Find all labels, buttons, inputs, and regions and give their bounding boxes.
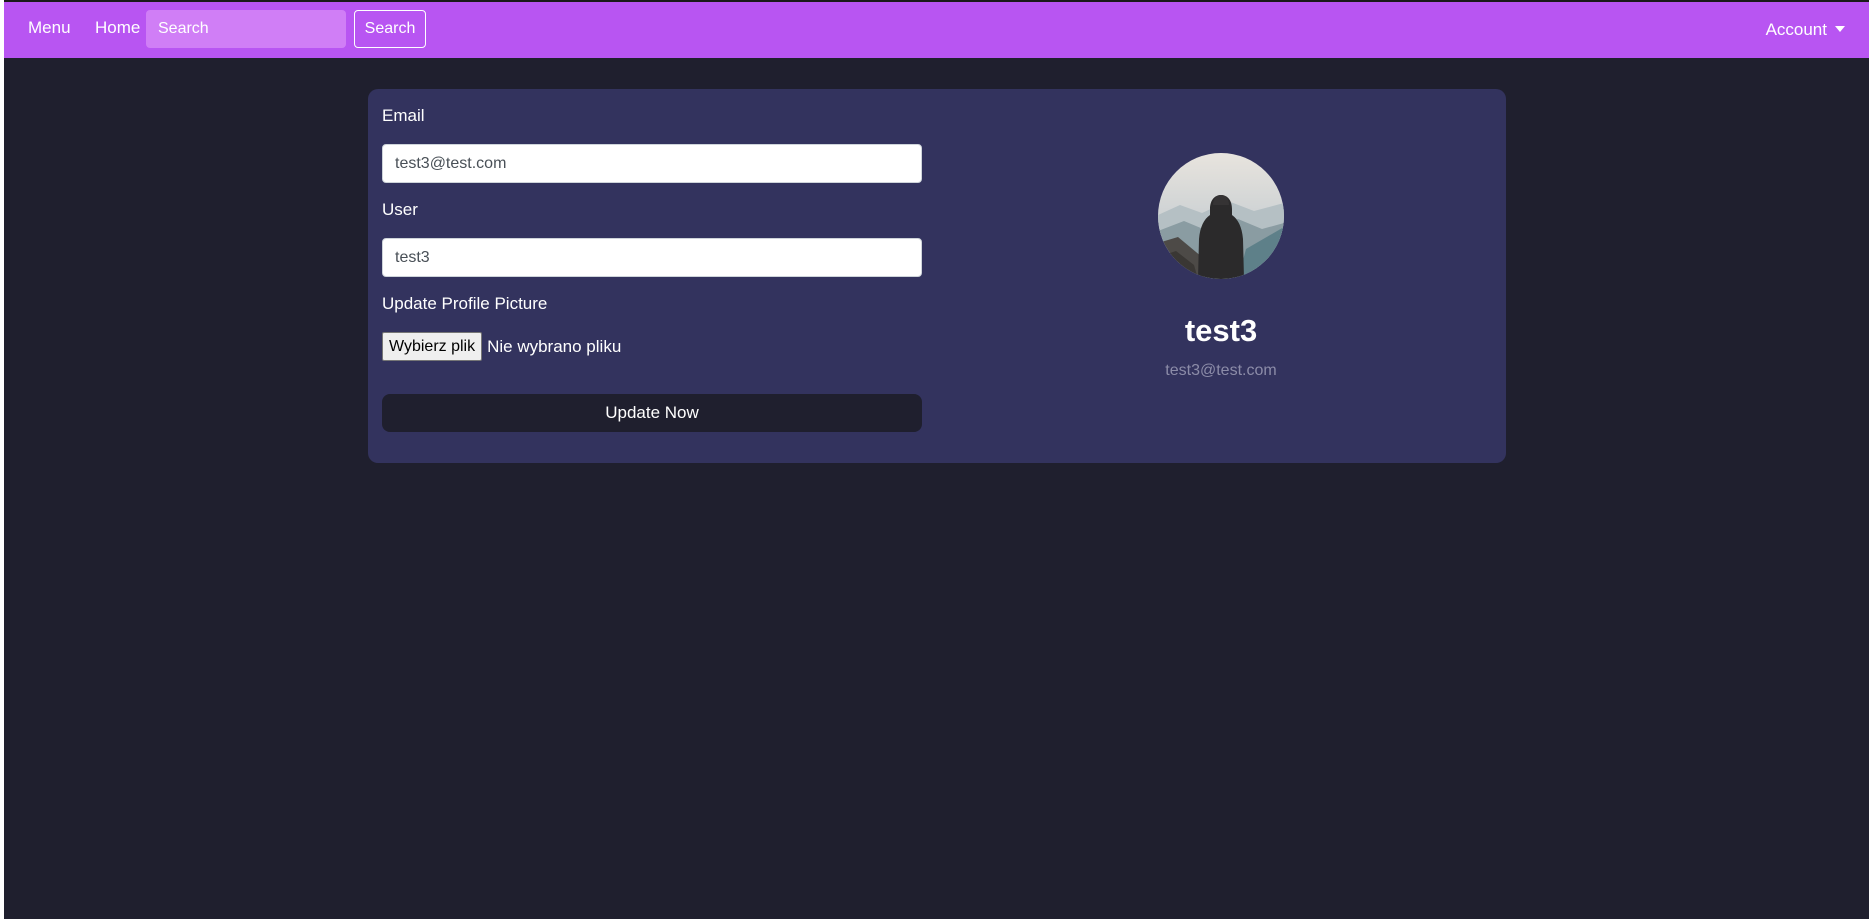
nav-home-link[interactable]: Home	[95, 18, 140, 38]
user-label: User	[382, 200, 418, 219]
user-field[interactable]	[382, 238, 922, 277]
file-status-text: Nie wybrano pliku	[487, 336, 622, 356]
profile-email: test3@test.com	[1165, 362, 1277, 379]
profile-photo-hooded-figure-mountains	[1158, 153, 1284, 279]
choose-file-button[interactable]: Wybierz plik	[382, 332, 483, 361]
search-input[interactable]	[146, 10, 346, 48]
file-picker: Wybierz plik Nie wybrano pliku	[382, 332, 621, 361]
update-now-button[interactable]: Update Now	[382, 394, 922, 432]
account-label: Account	[1765, 20, 1827, 39]
nav-menu-link[interactable]: Menu	[28, 18, 71, 38]
caret-down-icon	[1835, 26, 1845, 32]
navbar: Menu Home Search Account	[4, 2, 1869, 58]
email-field[interactable]	[382, 144, 922, 183]
profile-picture-label: Update Profile Picture	[382, 294, 548, 313]
email-label: Email	[382, 106, 425, 125]
profile-name: test3	[1184, 313, 1258, 348]
profile-card: Email User Update Profile Picture Wybier…	[368, 89, 1506, 463]
account-dropdown[interactable]: Account	[1766, 20, 1845, 40]
window-left-border	[0, 0, 4, 919]
search-button[interactable]: Search	[354, 10, 426, 48]
avatar	[1158, 153, 1284, 279]
